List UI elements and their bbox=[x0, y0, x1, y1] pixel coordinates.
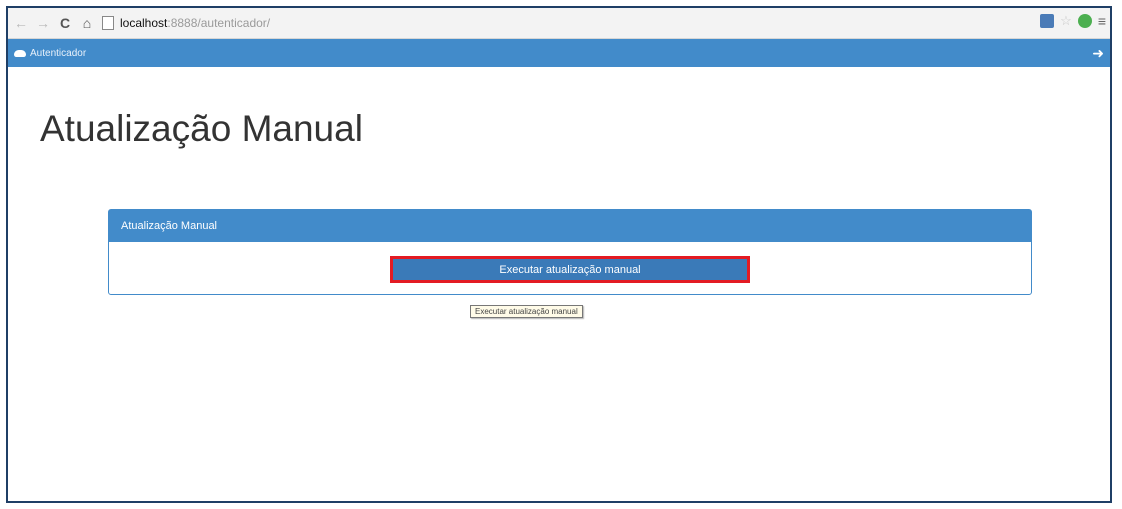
url-host: localhost bbox=[120, 16, 168, 30]
page-title: Atualização Manual bbox=[40, 108, 363, 149]
app-navbar: Autenticador ➜ bbox=[8, 39, 1110, 67]
forward-arrow-icon[interactable]: → bbox=[34, 14, 52, 32]
screenshot-frame: ← → C ⌂ localhost:8888/autenticador/ ☆ ≡… bbox=[6, 6, 1112, 503]
logout-arrow-icon[interactable]: ➜ bbox=[1092, 45, 1104, 62]
browser-extensions: ☆ ≡ bbox=[1040, 13, 1106, 29]
back-arrow-icon[interactable]: ← bbox=[12, 14, 30, 32]
extension-icon[interactable] bbox=[1040, 14, 1055, 28]
panel-heading: Atualização Manual bbox=[109, 210, 1031, 242]
reload-icon[interactable]: C bbox=[56, 14, 74, 32]
url-path: :8888/autenticador/ bbox=[167, 16, 271, 30]
update-panel: Atualização Manual Executar atualização … bbox=[108, 209, 1032, 295]
browser-toolbar: ← → C ⌂ localhost:8888/autenticador/ ☆ ≡ bbox=[8, 8, 1110, 39]
brand-label: Autenticador bbox=[30, 47, 87, 59]
address-bar[interactable]: localhost:8888/autenticador/ bbox=[102, 13, 1050, 33]
brand-link[interactable]: Autenticador bbox=[14, 48, 86, 59]
menu-icon[interactable]: ≡ bbox=[1098, 13, 1106, 29]
chat-extension-icon[interactable] bbox=[1077, 14, 1092, 28]
page-icon bbox=[102, 16, 114, 30]
home-icon[interactable]: ⌂ bbox=[78, 14, 96, 32]
cloud-icon bbox=[14, 49, 26, 57]
run-manual-update-button[interactable]: Executar atualização manual bbox=[390, 256, 750, 283]
button-tooltip: Executar atualização manual bbox=[470, 305, 583, 318]
star-icon[interactable]: ☆ bbox=[1060, 13, 1072, 29]
